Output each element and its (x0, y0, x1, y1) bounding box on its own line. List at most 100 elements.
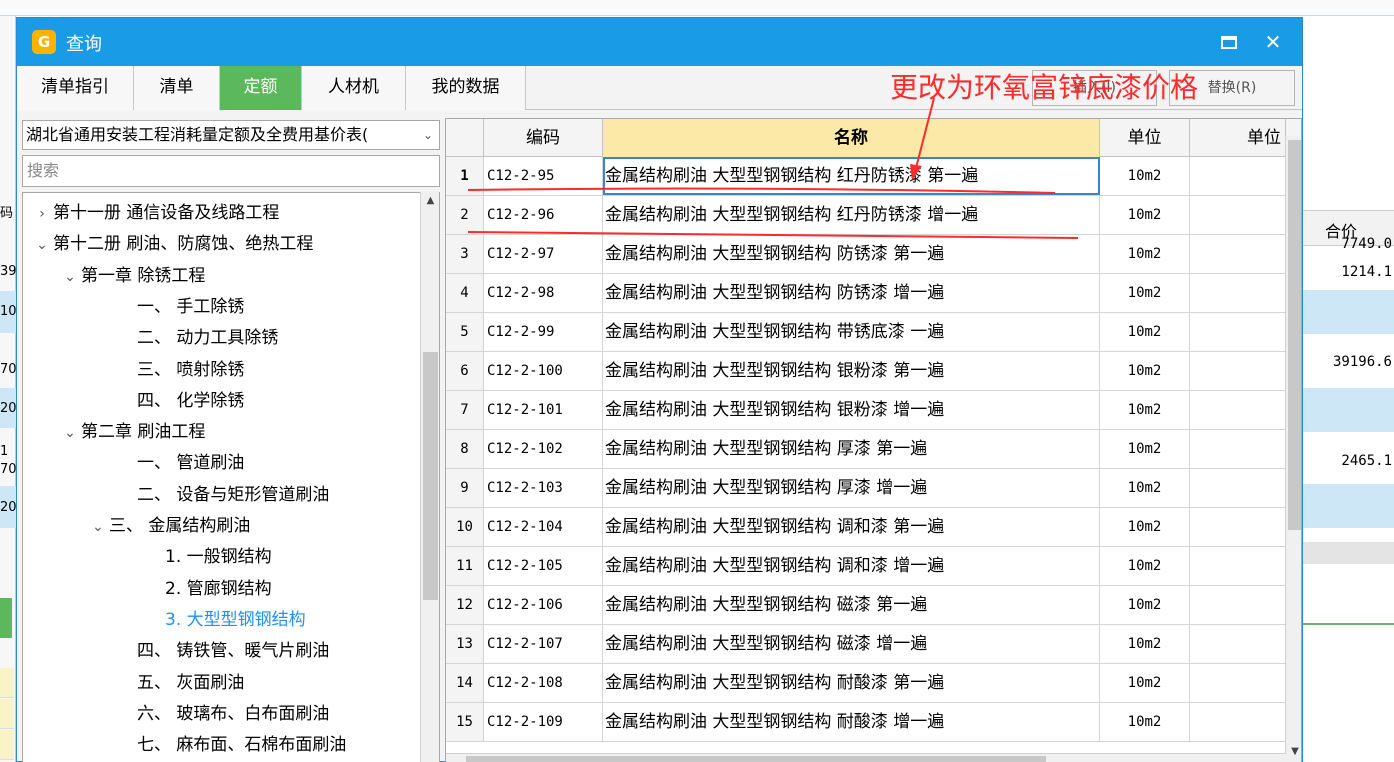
tree-item[interactable]: ⌄ 第十二册 刷油、防腐蚀、绝热工程 (31, 229, 313, 259)
header-code[interactable]: 编码 (484, 119, 603, 157)
tree-item[interactable]: 1. 一般钢结构 (143, 542, 272, 572)
row-index: 15 (446, 703, 484, 741)
row-unit-price (1190, 274, 1286, 312)
row-unit: 10m2 (1100, 430, 1190, 468)
tab-bill[interactable]: 清单 (134, 66, 220, 110)
quota-library-value: 湖北省通用安装工程消耗量定额及全费用基价表( (26, 125, 369, 144)
tree-item[interactable]: 一、 管道刷油 (115, 448, 244, 478)
row-unit: 10m2 (1100, 469, 1190, 507)
table-row[interactable]: 4 C12-2-98 金属结构刷油 大型型钢钢结构 防锈漆 增一遍 10m2 (446, 274, 1286, 313)
close-button[interactable]: ✕ (1259, 28, 1287, 56)
tree-item-label: 第二章 刷油工程 (81, 422, 206, 443)
tree-item[interactable]: 四、 化学除锈 (115, 386, 244, 416)
tab-labor-material-machine[interactable]: 人材机 (302, 66, 406, 110)
tree-item-label: 一、 手工除锈 (137, 296, 245, 317)
table-row[interactable]: 2 C12-2-96 金属结构刷油 大型型钢钢结构 红丹防锈漆 增一遍 10m2 (446, 196, 1286, 235)
bg-left-text: 1 (0, 444, 9, 459)
table-row[interactable]: 13 C12-2-107 金属结构刷油 大型型钢钢结构 磁漆 增一遍 10m2 (446, 625, 1286, 664)
row-code: C12-2-96 (484, 196, 603, 234)
header-unit[interactable]: 单位 (1100, 119, 1190, 157)
row-index: 2 (446, 196, 484, 234)
grid-scrollbar-thumb[interactable] (1288, 140, 1301, 530)
tree-item[interactable]: ⌄ 第二章 刷油工程 (59, 417, 205, 447)
tree-item[interactable]: 3. 大型型钢钢结构 (143, 605, 306, 635)
tree-scrollbar-thumb[interactable] (423, 352, 438, 600)
scroll-up-icon[interactable]: ▲ (421, 192, 440, 210)
tree-item[interactable]: 一、 手工除锈 (115, 292, 244, 322)
grid-hscroll-thumb[interactable] (466, 756, 1046, 762)
bg-left-text: 39 (0, 264, 16, 279)
row-unit-price (1190, 430, 1286, 468)
table-row[interactable]: 10 C12-2-104 金属结构刷油 大型型钢钢结构 调和漆 第一遍 10m2 (446, 508, 1286, 547)
row-name: 金属结构刷油 大型型钢钢结构 耐酸漆 第一遍 (603, 664, 1100, 702)
chevron-down-icon: ⌄ (422, 128, 433, 142)
chevron-right-icon[interactable]: › (31, 199, 53, 229)
chevron-down-icon[interactable]: ⌄ (59, 418, 81, 448)
tree-item[interactable]: 二、 动力工具除锈 (115, 323, 278, 353)
quota-library-select[interactable]: 湖北省通用安装工程消耗量定额及全费用基价表( ⌄ (22, 120, 440, 150)
row-code: C12-2-95 (484, 157, 603, 195)
tree-item[interactable]: 二、 设备与矩形管道刷油 (115, 480, 329, 510)
tree-item-label: 3. 大型型钢钢结构 (165, 609, 306, 630)
bg-left-text: 码 (0, 206, 14, 221)
table-row[interactable]: 9 C12-2-103 金属结构刷油 大型型钢钢结构 厚漆 增一遍 10m2 (446, 469, 1286, 508)
tree-item[interactable]: › 第十一册 通信设备及线路工程 (31, 198, 279, 228)
grid-scrollbar[interactable]: ▲ ▼ (1285, 136, 1301, 762)
row-name: 金属结构刷油 大型型钢钢结构 厚漆 增一遍 (603, 469, 1100, 507)
row-name: 金属结构刷油 大型型钢钢结构 调和漆 增一遍 (603, 547, 1100, 585)
dialog-titlebar[interactable]: G 查询 ✕ (17, 18, 1302, 66)
row-index: 13 (446, 625, 484, 663)
tree-item[interactable]: 三、 喷射除锈 (115, 355, 244, 385)
scroll-down-icon[interactable]: ▼ (1286, 744, 1301, 760)
tab-bill-guide[interactable]: 清单指引 (17, 66, 134, 110)
annotation-text: 更改为环氧富锌底漆价格 (890, 71, 1199, 104)
search-input[interactable]: 搜索 (22, 155, 440, 187)
maximize-button[interactable] (1215, 28, 1243, 56)
bg-left-text: 70 (0, 462, 16, 477)
bg-total-value: 1214.1 (1341, 264, 1392, 280)
row-unit: 10m2 (1100, 313, 1190, 351)
tree-item[interactable]: 六、 玻璃布、白布面刷油 (115, 699, 329, 729)
tree-item[interactable]: 七、 麻布面、石棉布面刷油 (115, 730, 346, 760)
tree-item-label: 三、 金属结构刷油 (109, 516, 251, 536)
row-unit-price (1190, 196, 1286, 234)
tree-item[interactable]: 五、 灰面刷油 (115, 668, 244, 698)
table-row[interactable]: 3 C12-2-97 金属结构刷油 大型型钢钢结构 防锈漆 第一遍 10m2 (446, 235, 1286, 274)
table-row[interactable]: 14 C12-2-108 金属结构刷油 大型型钢钢结构 耐酸漆 第一遍 10m2 (446, 664, 1286, 703)
row-name: 金属结构刷油 大型型钢钢结构 带锈底漆 一遍 (603, 313, 1100, 351)
row-index: 12 (446, 586, 484, 624)
tree-scrollbar[interactable]: ▲ (420, 192, 439, 762)
row-code: C12-2-101 (484, 391, 603, 429)
grid-header: 编码 名称 单位 单位 (446, 119, 1301, 157)
table-row[interactable]: 8 C12-2-102 金属结构刷油 大型型钢钢结构 厚漆 第一遍 10m2 (446, 430, 1286, 469)
tab-my-data[interactable]: 我的数据 (406, 66, 526, 110)
tree-item-label: 七、 麻布面、石棉布面刷油 (137, 735, 347, 756)
table-row[interactable]: 5 C12-2-99 金属结构刷油 大型型钢钢结构 带锈底漆 一遍 10m2 (446, 313, 1286, 352)
tab-quota[interactable]: 定额 (220, 66, 302, 110)
background-right-column: 合价 7749.0 1214.1 39196.6 2465.1 (1303, 16, 1394, 762)
chevron-down-icon[interactable]: ⌄ (59, 262, 81, 292)
row-unit: 10m2 (1100, 352, 1190, 390)
tree-item[interactable]: ⌄ 第一章 除锈工程 (59, 261, 205, 291)
row-index: 7 (446, 391, 484, 429)
chevron-down-icon[interactable]: ⌄ (87, 512, 109, 542)
grid-horizontal-scrollbar[interactable] (446, 753, 1286, 762)
table-row[interactable]: 1 C12-2-95 金属结构刷油 大型型钢钢结构 红丹防锈漆 第一遍 10m2 (446, 157, 1286, 196)
table-row[interactable]: 6 C12-2-100 金属结构刷油 大型型钢钢结构 银粉漆 第一遍 10m2 (446, 352, 1286, 391)
row-code: C12-2-103 (484, 469, 603, 507)
header-name[interactable]: 名称 (603, 119, 1100, 157)
table-row[interactable]: 15 C12-2-109 金属结构刷油 大型型钢钢结构 耐酸漆 增一遍 10m2 (446, 703, 1286, 742)
header-unit-price[interactable]: 单位 (1190, 119, 1286, 157)
row-unit: 10m2 (1100, 196, 1190, 234)
chevron-down-icon[interactable]: ⌄ (31, 230, 53, 260)
table-row[interactable]: 11 C12-2-105 金属结构刷油 大型型钢钢结构 调和漆 增一遍 10m2 (446, 547, 1286, 586)
tree-item[interactable]: 四、 铸铁管、暖气片刷油 (115, 636, 329, 666)
row-code: C12-2-97 (484, 235, 603, 273)
table-row[interactable]: 12 C12-2-106 金属结构刷油 大型型钢钢结构 磁漆 第一遍 10m2 (446, 586, 1286, 625)
table-row[interactable]: 7 C12-2-101 金属结构刷油 大型型钢钢结构 银粉漆 增一遍 10m2 (446, 391, 1286, 430)
tree-item[interactable]: 2. 管廊钢结构 (143, 574, 272, 604)
tree-item[interactable]: ⌄ 三、 金属结构刷油 (87, 511, 250, 541)
bg-left-text: 20 (0, 401, 16, 416)
row-unit: 10m2 (1100, 391, 1190, 429)
row-name: 金属结构刷油 大型型钢钢结构 厚漆 第一遍 (603, 430, 1100, 468)
